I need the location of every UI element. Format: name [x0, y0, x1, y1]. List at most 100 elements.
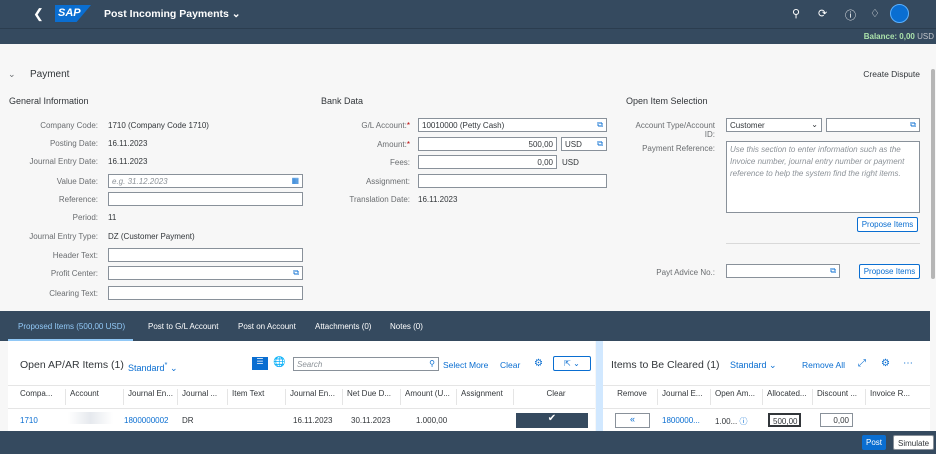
row-company[interactable]: 1710: [20, 416, 38, 425]
open-items-title: Open AP/AR Items (1): [20, 359, 124, 371]
propose-items-button-2[interactable]: Propose Items: [859, 264, 920, 279]
col-assignment[interactable]: Assignment: [457, 389, 514, 405]
col-journal-date[interactable]: Journal En...: [286, 389, 343, 405]
reference-input[interactable]: [108, 192, 303, 206]
fees-currency: USD: [562, 158, 579, 167]
col-journal-entry[interactable]: Journal E...: [658, 389, 711, 405]
fees-label: Fees:: [389, 158, 410, 167]
list-view-icon[interactable]: ☰: [252, 357, 268, 370]
value-help-icon[interactable]: ⧉: [830, 266, 836, 276]
row-journal-entry[interactable]: 1800000...: [662, 416, 700, 425]
clearing-text-input[interactable]: [108, 286, 303, 300]
clear-check-button[interactable]: ✔: [516, 413, 588, 428]
je-date-label: Journal Entry Date:: [29, 157, 98, 166]
amount-input[interactable]: 500,00: [418, 137, 557, 151]
search-icon[interactable]: ⚲: [792, 7, 800, 20]
tab-bar: Proposed Items (500,00 USD) Post to G/L …: [0, 311, 930, 341]
posting-date-label: Posting Date:: [49, 139, 98, 148]
tab-attachments[interactable]: Attachments (0): [315, 322, 371, 331]
settings-icon[interactable]: ⚙: [881, 358, 890, 369]
col-amount[interactable]: Amount (U...: [401, 389, 457, 405]
avatar[interactable]: [890, 4, 909, 23]
account-type-select[interactable]: Customer ⌄: [726, 118, 822, 132]
tab-post-on-account[interactable]: Post on Account: [238, 322, 296, 331]
chevron-down-icon[interactable]: ⌄: [8, 69, 16, 80]
info-icon[interactable]: ⓘ: [739, 417, 747, 426]
remove-all-link[interactable]: Remove All: [802, 360, 845, 370]
export-menu-button[interactable]: ⇱ ⌄: [553, 356, 591, 371]
col-discount[interactable]: Discount ...: [813, 389, 866, 405]
create-dispute-link[interactable]: Create Dispute: [863, 69, 920, 79]
assignment-input[interactable]: [418, 174, 607, 188]
propose-items-button[interactable]: Propose Items: [857, 217, 918, 232]
header-text-input[interactable]: [108, 248, 303, 262]
discount-input[interactable]: 0,00: [820, 413, 853, 427]
section-title: Payment: [30, 69, 70, 80]
je-type-label: Journal Entry Type:: [29, 232, 98, 241]
tab-post-to-gl[interactable]: Post to G/L Account: [148, 322, 218, 331]
tab-notes[interactable]: Notes (0): [390, 322, 423, 331]
allocated-input[interactable]: 500,00: [768, 413, 801, 427]
amount-label: Amount:*: [377, 140, 410, 149]
payt-advice-label: Payt Advice No.:: [656, 268, 715, 277]
company-code-label: Company Code:: [40, 121, 98, 130]
chevron-down-icon[interactable]: ⌄: [811, 120, 818, 129]
col-invoice-ref[interactable]: Invoice R...: [866, 389, 930, 405]
col-journal-type[interactable]: Journal ...: [178, 389, 228, 405]
notification-bell-icon[interactable]: ♢: [870, 7, 880, 20]
app-title-menu[interactable]: Post Incoming Payments ⌄: [104, 8, 241, 20]
currency-input[interactable]: USD ⧉: [561, 137, 607, 151]
select-more-link[interactable]: Select More: [443, 360, 488, 370]
variant-select-right[interactable]: Standard ⌄: [730, 360, 777, 371]
export-icon: ⇱ ⌄: [564, 359, 580, 368]
period-label: Period:: [72, 213, 98, 222]
row-account-redacted: [68, 412, 113, 424]
row-amount: 1.000,00: [416, 416, 448, 425]
value-help-icon[interactable]: ⧉: [597, 139, 603, 149]
account-id-input[interactable]: ⧉: [826, 118, 920, 132]
back-icon[interactable]: ❮: [33, 6, 44, 22]
col-company[interactable]: Compa...: [16, 389, 66, 405]
row-journal-entry[interactable]: 1800000002: [124, 416, 169, 425]
help-icon[interactable]: ⓘ: [845, 7, 856, 23]
more-icon[interactable]: ⋯: [903, 358, 913, 369]
simulate-button[interactable]: Simulate: [893, 435, 935, 450]
variant-select[interactable]: Standard* ⌄: [128, 360, 178, 374]
col-journal-entry[interactable]: Journal En...: [124, 389, 178, 405]
je-type-value: DZ (Customer Payment): [108, 232, 195, 241]
globe-icon[interactable]: 🌐: [273, 357, 285, 368]
value-date-input[interactable]: e.g. 31.12.2023 ▦: [108, 174, 303, 188]
clear-link[interactable]: Clear: [500, 360, 520, 370]
payt-advice-input[interactable]: ⧉: [726, 264, 840, 278]
col-account[interactable]: Account: [66, 389, 124, 405]
payment-ref-textarea[interactable]: Use this section to enter information su…: [726, 141, 920, 213]
sap-logo[interactable]: SAP: [55, 5, 91, 22]
gl-account-input[interactable]: 10010000 (Petty Cash) ⧉: [418, 118, 607, 132]
value-help-icon[interactable]: ⧉: [597, 120, 603, 130]
post-button[interactable]: Post: [862, 435, 887, 450]
tab-proposed-items[interactable]: Proposed Items (500,00 USD): [18, 322, 125, 331]
header-text-label: Header Text:: [52, 251, 98, 260]
remove-item-button[interactable]: «: [615, 413, 650, 428]
col-item-text[interactable]: Item Text: [228, 389, 286, 405]
calendar-icon[interactable]: ▦: [291, 176, 299, 185]
search-input[interactable]: Search ⚲: [293, 357, 439, 371]
profit-center-input[interactable]: ⧉: [108, 266, 303, 280]
fees-input[interactable]: 0,00: [418, 155, 557, 169]
posting-date-value: 16.11.2023: [108, 139, 148, 148]
splitter[interactable]: [596, 341, 603, 431]
gl-account-label: G/L Account:*: [361, 121, 410, 130]
col-allocated[interactable]: Allocated...: [763, 389, 813, 405]
search-icon[interactable]: ⚲: [429, 359, 435, 368]
col-open-amount[interactable]: Open Am...: [711, 389, 763, 405]
value-help-icon[interactable]: ⧉: [910, 120, 916, 130]
settings-icon[interactable]: ⚙: [534, 358, 543, 369]
col-net-due[interactable]: Net Due D...: [343, 389, 401, 405]
scrollbar[interactable]: [930, 44, 936, 431]
value-help-icon[interactable]: ⧉: [293, 268, 299, 278]
sync-icon[interactable]: ⟳: [818, 7, 827, 20]
col-remove[interactable]: Remove: [603, 389, 658, 405]
account-type-label: Account Type/Account ID:: [635, 121, 715, 139]
fullscreen-icon[interactable]: ⤢: [858, 358, 866, 369]
col-clear[interactable]: Clear: [514, 389, 594, 405]
